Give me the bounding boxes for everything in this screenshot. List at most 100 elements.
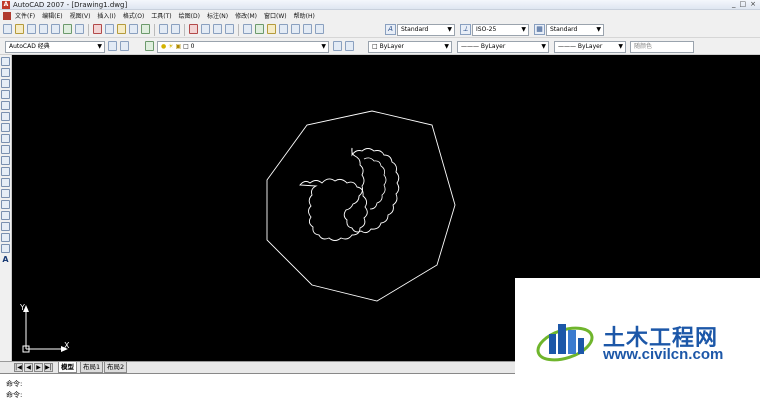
match-properties-icon[interactable]: [129, 24, 138, 34]
cut-icon[interactable]: [93, 24, 102, 34]
help-icon[interactable]: [315, 24, 324, 34]
lineweight-select[interactable]: ——— ByLayer ▼: [554, 41, 626, 53]
workspace-settings-icon[interactable]: [108, 41, 117, 51]
menu-insert[interactable]: 插入(I): [97, 11, 115, 20]
menu-format[interactable]: 格式(O): [123, 11, 144, 20]
tab-layout2[interactable]: 布局2: [104, 362, 128, 373]
window-title: AutoCAD 2007 - [Drawing1.dwg]: [13, 1, 128, 9]
sheet-set-icon[interactable]: [279, 24, 288, 34]
text-style-icon[interactable]: A: [385, 24, 396, 35]
dim-style-icon[interactable]: ⟂: [460, 24, 471, 35]
publish-icon[interactable]: [63, 24, 72, 34]
open-file-icon[interactable]: [15, 24, 24, 34]
design-center-icon[interactable]: [255, 24, 264, 34]
standard-toolbar-icons: [3, 24, 324, 36]
menu-dimension[interactable]: 标注(N): [207, 11, 228, 20]
table-style-icon[interactable]: ▦: [534, 24, 545, 35]
hatch-tool-icon[interactable]: [1, 211, 10, 220]
tab-layout1[interactable]: 布局1: [80, 362, 104, 373]
toolbar-separator: [154, 24, 155, 36]
maximize-button[interactable]: □: [740, 0, 747, 8]
redo-icon[interactable]: [171, 24, 180, 34]
arc-tool-icon[interactable]: [1, 112, 10, 121]
new-file-icon[interactable]: [3, 24, 12, 34]
chevron-down-icon: ▼: [596, 26, 601, 33]
make-block-icon[interactable]: [1, 189, 10, 198]
polygon-tool-icon[interactable]: [1, 90, 10, 99]
autocad-app-icon[interactable]: A: [2, 1, 10, 9]
revcloud-tool-icon[interactable]: [1, 134, 10, 143]
mtext-tool-icon[interactable]: A: [0, 255, 11, 264]
pan-icon[interactable]: [189, 24, 198, 34]
menu-tools[interactable]: 工具(T): [151, 11, 171, 20]
menu-help[interactable]: 帮助(H): [294, 11, 315, 20]
plot-style-select[interactable]: 随颜色: [630, 41, 694, 53]
menu-bar: 文件(F) 编辑(E) 视图(V) 插入(I) 格式(O) 工具(T) 绘图(D…: [0, 10, 760, 21]
menu-view[interactable]: 视图(V): [70, 11, 91, 20]
dim-style-select[interactable]: ISO-25 ▼: [472, 24, 529, 36]
layer-select[interactable]: ● ☀ ▣ □ 0 ▼: [157, 41, 329, 53]
linetype-preview: ———: [461, 43, 479, 50]
layer-previous-icon[interactable]: [345, 41, 354, 51]
properties-icon[interactable]: [243, 24, 252, 34]
undo-icon[interactable]: [159, 24, 168, 34]
document-menu-icon[interactable]: [3, 11, 11, 20]
workspace-save-icon[interactable]: [120, 41, 129, 51]
color-value: ByLayer: [379, 43, 404, 50]
first-tab-button[interactable]: |◀: [14, 363, 23, 372]
xline-tool-icon[interactable]: [1, 68, 10, 77]
menu-file[interactable]: 文件(F): [15, 11, 35, 20]
menu-edit[interactable]: 编辑(E): [42, 11, 62, 20]
lineweight-preview: ———: [558, 43, 576, 50]
lock-icon: ▣: [175, 43, 182, 50]
table-style-select[interactable]: Standard ▼: [546, 24, 604, 36]
text-style-select[interactable]: Standard ▼: [397, 24, 455, 36]
minimize-button[interactable]: _: [732, 0, 736, 8]
circle-tool-icon[interactable]: [1, 123, 10, 132]
point-tool-icon[interactable]: [1, 200, 10, 209]
line-tool-icon[interactable]: [1, 57, 10, 66]
linetype-select[interactable]: ——— ByLayer ▼: [457, 41, 549, 53]
save-icon[interactable]: [27, 24, 36, 34]
toolbar-separator: [238, 24, 239, 36]
plot-icon[interactable]: [39, 24, 48, 34]
plot-preview-icon[interactable]: [51, 24, 60, 34]
last-tab-button[interactable]: ▶|: [44, 363, 53, 372]
make-object-layer-current-icon[interactable]: [333, 41, 342, 51]
paste-icon[interactable]: [117, 24, 126, 34]
workspace-select[interactable]: AutoCAD 经典 ▼: [5, 41, 105, 53]
spline-tool-icon[interactable]: [1, 145, 10, 154]
markup-icon[interactable]: [291, 24, 300, 34]
menu-modify[interactable]: 修改(M): [235, 11, 257, 20]
ellipse-tool-icon[interactable]: [1, 156, 10, 165]
menu-draw[interactable]: 绘图(D): [179, 11, 200, 20]
insert-block-icon[interactable]: [1, 178, 10, 187]
region-tool-icon[interactable]: [1, 233, 10, 242]
color-select[interactable]: □ ByLayer ▼: [368, 41, 452, 53]
polyline-tool-icon[interactable]: [1, 79, 10, 88]
zoom-window-icon[interactable]: [213, 24, 222, 34]
civilcn-logo-icon: [535, 314, 599, 366]
zoom-previous-icon[interactable]: [225, 24, 234, 34]
layer-color-icon: □: [183, 43, 189, 50]
octagon-shape: [266, 110, 456, 302]
draw-toolbar: A: [0, 55, 12, 373]
ellipse-arc-tool-icon[interactable]: [1, 167, 10, 176]
next-tab-button[interactable]: ▶: [34, 363, 43, 372]
close-button[interactable]: ×: [750, 0, 756, 8]
tab-model[interactable]: 模型: [58, 362, 77, 373]
command-prompt[interactable]: 命令:: [6, 390, 22, 400]
layer-manager-icon[interactable]: [145, 41, 154, 51]
quickcalc-icon[interactable]: [303, 24, 312, 34]
table-tool-icon[interactable]: [1, 244, 10, 253]
3d-dwf-icon[interactable]: [75, 24, 84, 34]
menu-window[interactable]: 窗口(W): [264, 11, 287, 20]
zoom-realtime-icon[interactable]: [201, 24, 210, 34]
tool-palettes-icon[interactable]: [267, 24, 276, 34]
text-style-value: Standard: [401, 26, 429, 33]
previous-tab-button[interactable]: ◀: [24, 363, 33, 372]
rectangle-tool-icon[interactable]: [1, 101, 10, 110]
block-editor-icon[interactable]: [141, 24, 150, 34]
gradient-tool-icon[interactable]: [1, 222, 10, 231]
copy-icon[interactable]: [105, 24, 114, 34]
